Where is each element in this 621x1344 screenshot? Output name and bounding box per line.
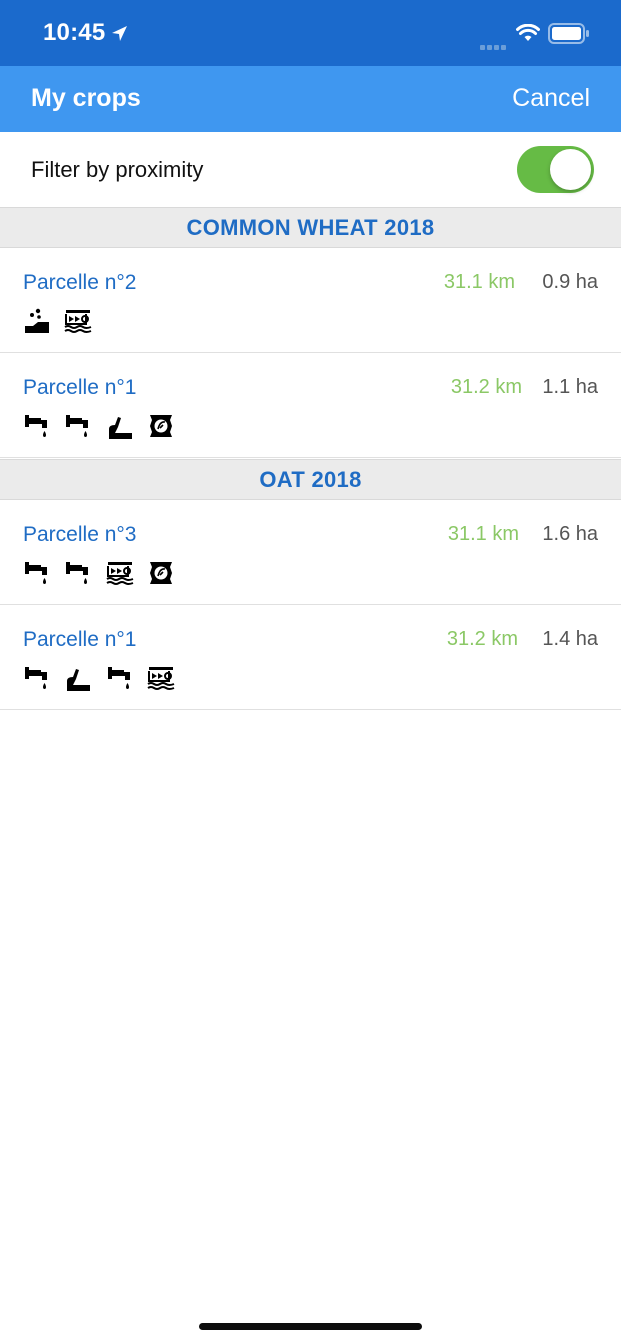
page-title: My crops — [31, 84, 141, 112]
irrigation-tap-icon — [66, 562, 89, 584]
section-title: COMMON WHEAT 2018 — [186, 215, 435, 240]
crop-row-area: 0.9 ha — [542, 271, 598, 293]
section-header: OAT 2018 — [0, 459, 621, 500]
home-indicator — [199, 1323, 422, 1330]
crop-row-area: 1.4 ha — [542, 628, 598, 650]
harvester-icon — [64, 310, 92, 333]
harvester-icon — [147, 667, 175, 690]
crop-row-distance: 31.2 km — [446, 628, 518, 650]
status-time: 10:45 — [43, 19, 106, 46]
proximity-toggle[interactable] — [517, 146, 594, 193]
irrigation-tap-icon — [25, 667, 47, 689]
irrigation-tap-icon — [66, 415, 89, 437]
harvester-icon — [106, 562, 134, 585]
section-title: OAT 2018 — [259, 467, 362, 492]
cancel-button[interactable]: Cancel — [512, 84, 590, 113]
sowing-icon — [67, 669, 91, 691]
crop-row-distance: 31.2 km — [450, 376, 522, 398]
crop-row-distance: 31.1 km — [447, 523, 519, 545]
crop-row-icons — [23, 559, 184, 587]
crop-row-distance: 31.1 km — [443, 271, 515, 293]
battery-icon — [548, 23, 589, 44]
crop-row-area: 1.1 ha — [542, 376, 598, 398]
sowing-icon — [25, 308, 49, 333]
crop-row-icons — [23, 664, 184, 692]
toggle-knob — [550, 149, 591, 190]
sowing-icon — [108, 417, 132, 439]
crop-row[interactable]: Parcelle n°3 31.1 km 1.6 ha — [0, 500, 621, 605]
fertilizer-bag-icon — [150, 415, 173, 437]
wifi-icon — [516, 24, 540, 41]
fertilizer-bag-icon — [150, 562, 173, 584]
crop-row-icons — [23, 307, 101, 335]
navigation-bar: My crops Cancel — [0, 66, 621, 132]
crop-row-name: Parcelle n°3 — [23, 523, 137, 546]
section-header: COMMON WHEAT 2018 — [0, 207, 621, 248]
irrigation-tap-icon — [107, 667, 130, 689]
filter-row: Filter by proximity — [0, 132, 621, 207]
crop-row-name: Parcelle n°1 — [23, 628, 137, 651]
crop-row-icons — [23, 412, 184, 440]
status-bar: 10:45 — [0, 0, 621, 66]
irrigation-tap-icon — [25, 562, 47, 584]
crop-row-area: 1.6 ha — [542, 523, 598, 545]
crop-row-name: Parcelle n°1 — [23, 376, 137, 399]
location-arrow-icon — [112, 26, 127, 41]
crop-row[interactable]: Parcelle n°1 31.2 km 1.4 ha — [0, 605, 621, 710]
crop-row[interactable]: Parcelle n°1 31.2 km 1.1 ha — [0, 353, 621, 458]
filter-label: Filter by proximity — [31, 157, 204, 182]
crop-row-name: Parcelle n°2 — [23, 271, 137, 294]
crop-row[interactable]: Parcelle n°2 31.1 km 0.9 ha — [0, 248, 621, 353]
irrigation-tap-icon — [25, 415, 47, 437]
cellular-signal-icon — [480, 37, 508, 55]
